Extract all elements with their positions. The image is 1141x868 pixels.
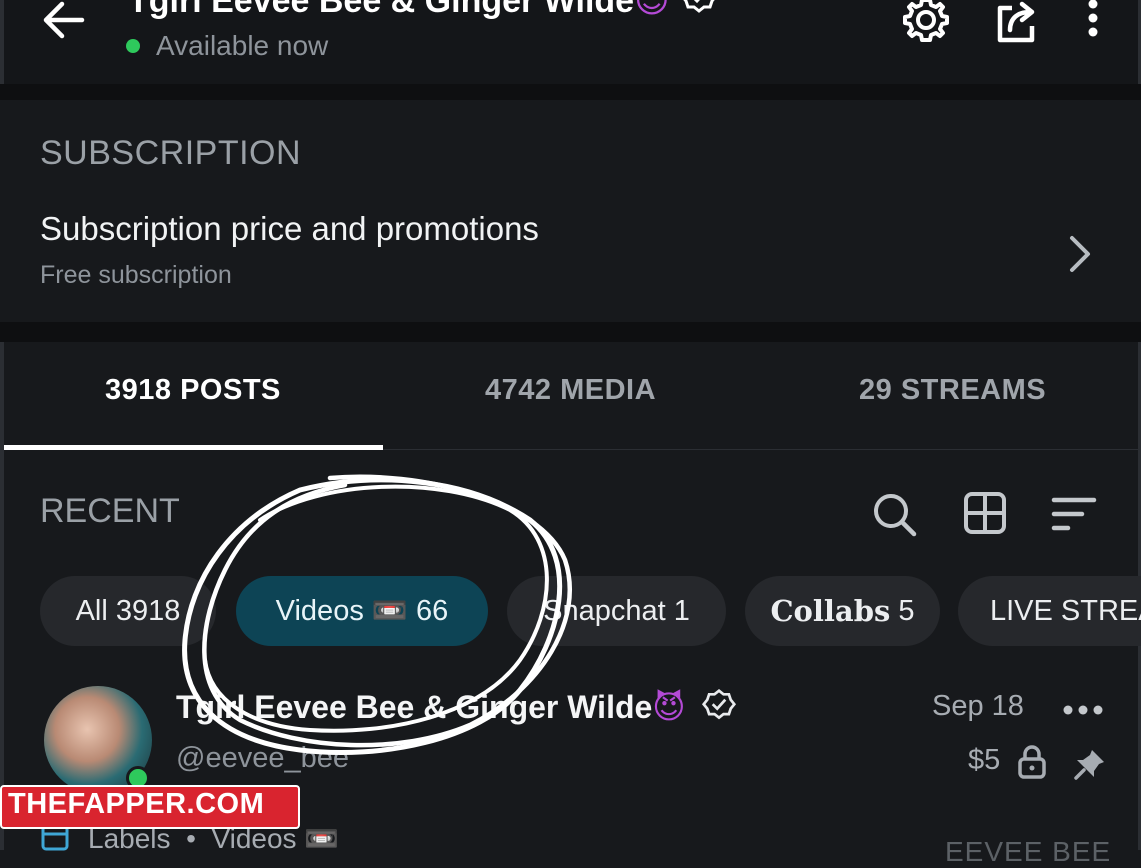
post-author-handle[interactable]: @eevee_bee	[176, 742, 349, 775]
search-icon[interactable]	[870, 490, 918, 538]
chip-snapchat-label: Snapchat 1	[543, 594, 690, 627]
chip-snapchat[interactable]: Snapchat 1	[507, 576, 726, 646]
more-vertical-icon[interactable]	[1078, 0, 1108, 48]
post-date: Sep 18	[932, 690, 1024, 722]
chip-videos[interactable]: Videos 📼 66	[236, 576, 488, 646]
tab-streams[interactable]: 29 STREAMS	[859, 374, 1046, 407]
subscription-heading: SUBSCRIPTION	[40, 134, 302, 172]
post-preview-text: EEVEE BEE	[945, 836, 1112, 867]
chip-all-label: All 3918	[75, 594, 181, 627]
chip-live-streams[interactable]: LIVE STREA	[958, 576, 1141, 646]
chip-videos-label: Videos 📼 66	[275, 595, 449, 627]
subscription-price-link[interactable]: Subscription price and promotions	[40, 210, 539, 248]
chip-collabs-label: Collabs	[770, 594, 891, 628]
post-author-name-text: Tgirl Eevee Bee & Ginger Wilde	[176, 689, 653, 725]
chip-live-streams-label: LIVE STREA	[990, 594, 1141, 627]
post-author-name[interactable]: Tgirl Eevee Bee & Ginger Wilde😈	[176, 688, 737, 726]
chevron-right-icon[interactable]	[1060, 232, 1100, 276]
sort-icon[interactable]	[1050, 492, 1098, 536]
verified-badge-icon	[683, 0, 715, 13]
more-horizontal-icon[interactable]	[1062, 700, 1104, 720]
section-divider	[0, 322, 1141, 342]
chip-collabs[interactable]: Collabs 5	[745, 576, 940, 646]
profile-title: Tgirl Eevee Bee & Ginger Wilde😈	[128, 0, 719, 21]
tab-media[interactable]: 4742 MEDIA	[485, 374, 656, 407]
chip-all[interactable]: All 3918	[40, 576, 216, 646]
online-status-dot	[126, 39, 140, 53]
gear-icon[interactable]	[900, 0, 952, 46]
active-tab-indicator	[4, 445, 383, 450]
pin-icon[interactable]	[1072, 746, 1108, 782]
share-icon[interactable]	[990, 0, 1042, 48]
subscription-description: Free subscription	[40, 261, 232, 289]
availability-status: Available now	[156, 30, 329, 61]
section-divider	[0, 84, 1141, 100]
devil-emoji: 😈	[634, 0, 670, 21]
tab-posts[interactable]: 3918 POSTS	[105, 374, 281, 407]
lock-icon	[1018, 745, 1046, 779]
verified-badge-icon	[701, 688, 736, 720]
grid-view-icon[interactable]	[962, 490, 1008, 536]
recent-sort-label[interactable]: RECENT	[40, 492, 180, 531]
profile-title-text: Tgirl Eevee Bee & Ginger Wilde	[128, 0, 635, 20]
back-arrow-icon[interactable]	[38, 0, 90, 46]
post-price: $5	[968, 744, 1001, 776]
watermark-text: THEFAPPER.COM	[8, 788, 265, 820]
devil-emoji: 😈	[652, 688, 686, 726]
chip-collabs-count: 5	[898, 594, 915, 627]
